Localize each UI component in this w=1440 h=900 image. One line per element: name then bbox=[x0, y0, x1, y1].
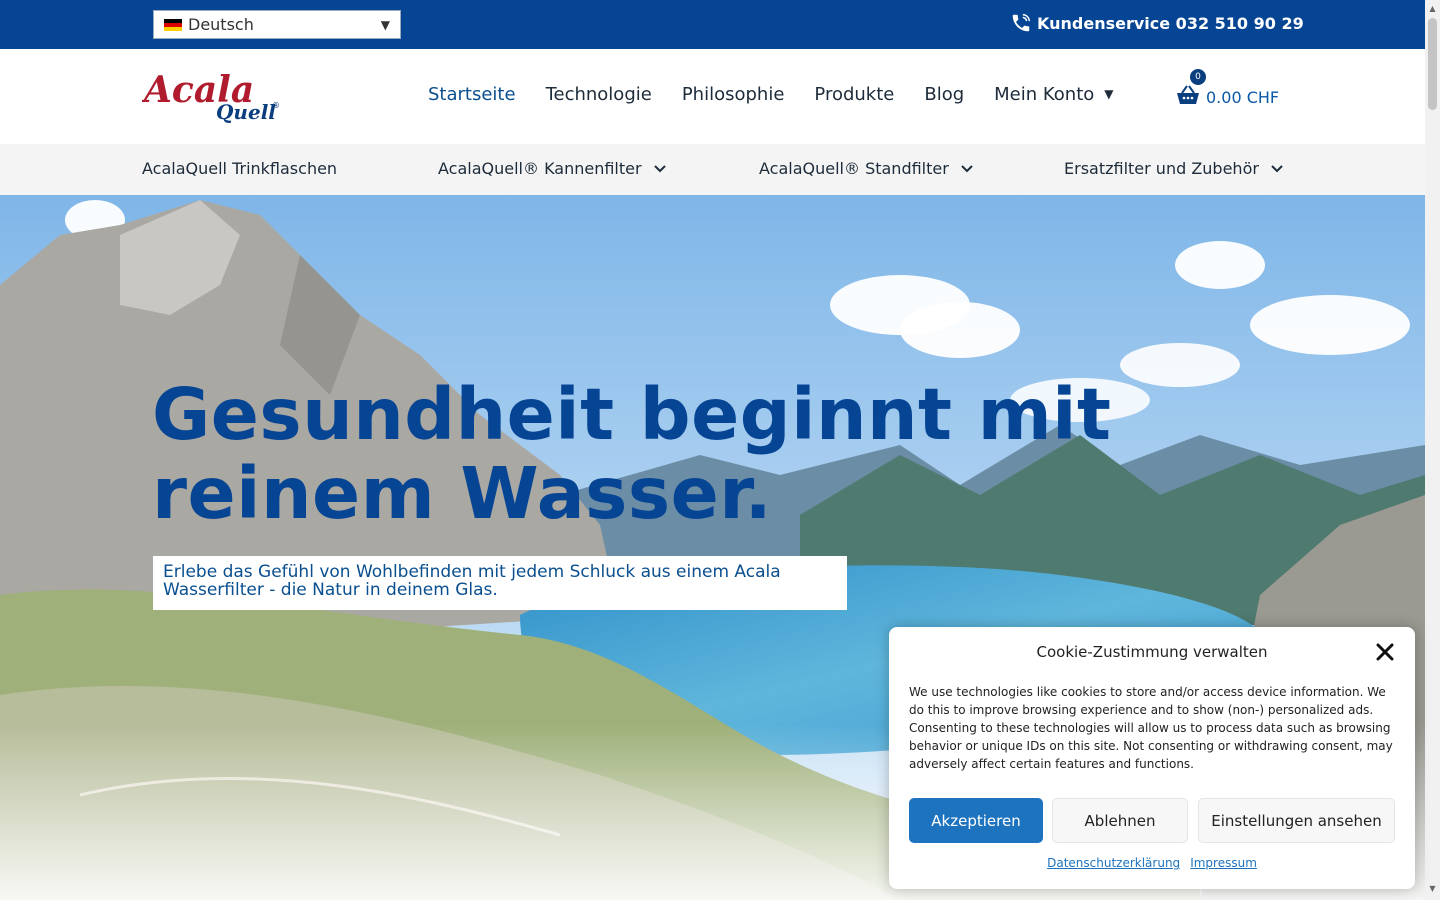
cookie-dialog-text: We use technologies like cookies to stor… bbox=[909, 685, 1393, 771]
customer-service-text: Kundenservice 032 510 90 29 bbox=[1037, 13, 1304, 33]
nav-produkte[interactable]: Produkte bbox=[814, 84, 894, 105]
logo-graphic: Acala Quell ® bbox=[141, 69, 280, 124]
hero-title-line-2: reinem Wasser. bbox=[152, 452, 773, 535]
chevron-down-icon bbox=[1271, 165, 1283, 173]
svg-text:Quell: Quell bbox=[216, 100, 276, 124]
language-select[interactable]: Deutsch ▼ bbox=[153, 10, 401, 39]
scrollbar-thumb[interactable] bbox=[1428, 18, 1437, 110]
nav-mein-konto-label: Mein Konto bbox=[994, 84, 1095, 105]
nav-philosophie[interactable]: Philosophie bbox=[682, 84, 785, 105]
cart-total: 0.00 CHF bbox=[1206, 88, 1280, 107]
view-preferences-button[interactable]: Einstellungen ansehen bbox=[1198, 798, 1395, 843]
category-label: AcalaQuell Trinkflaschen bbox=[142, 159, 338, 178]
category-label: AcalaQuell® Kannenfilter bbox=[438, 159, 642, 178]
cart-button[interactable]: 0 0.00 CHF bbox=[1176, 69, 1280, 107]
hero-title: Gesundheit beginnt mit reinem Wasser. bbox=[152, 375, 1252, 533]
category-standfilter[interactable]: AcalaQuell® Standfilter bbox=[759, 159, 974, 178]
close-icon[interactable] bbox=[1375, 642, 1395, 662]
main-nav: Startseite Technologie Philosophie Produ… bbox=[428, 84, 1144, 105]
decline-button[interactable]: Ablehnen bbox=[1052, 798, 1188, 843]
accept-button[interactable]: Akzeptieren bbox=[909, 798, 1043, 843]
chevron-down-icon bbox=[961, 165, 973, 173]
basket-icon bbox=[1177, 84, 1199, 104]
cart-count-badge: 0 bbox=[1190, 69, 1206, 85]
scroll-down-arrow-icon[interactable]: ▼ bbox=[1428, 884, 1437, 894]
svg-text:®: ® bbox=[272, 101, 280, 110]
acalaquell-logo[interactable]: Acala Quell ® bbox=[141, 68, 282, 124]
page-scrollbar[interactable]: ▲ ▼ bbox=[1425, 0, 1440, 900]
cookie-dialog-links: Datenschutzerklärung Impressum bbox=[889, 856, 1415, 870]
dropdown-arrow-icon: ▼ bbox=[380, 18, 390, 32]
nav-technologie[interactable]: Technologie bbox=[546, 84, 652, 105]
scroll-up-arrow-icon[interactable]: ▲ bbox=[1428, 4, 1437, 14]
category-kannenfilter[interactable]: AcalaQuell® Kannenfilter bbox=[438, 159, 667, 178]
hero-title-line-1: Gesundheit beginnt mit bbox=[152, 373, 1112, 456]
category-trinkflaschen[interactable]: AcalaQuell Trinkflaschen bbox=[142, 159, 337, 178]
nav-blog[interactable]: Blog bbox=[924, 84, 964, 105]
language-label: Deutsch bbox=[188, 15, 254, 34]
chevron-down-icon bbox=[653, 165, 666, 173]
category-label: AcalaQuell® Standfilter bbox=[759, 159, 949, 178]
customer-service-link[interactable]: Kundenservice 032 510 90 29 bbox=[1010, 12, 1304, 34]
caret-down-icon: ▼ bbox=[1104, 87, 1114, 101]
hero-subtitle: Erlebe das Gefühl von Wohlbefinden mit j… bbox=[153, 556, 847, 610]
nav-startseite[interactable]: Startseite bbox=[428, 84, 516, 105]
imprint-link[interactable]: Impressum bbox=[1190, 856, 1257, 870]
cookie-dialog-title: Cookie-Zustimmung verwalten bbox=[1036, 643, 1268, 661]
category-label: Ersatzfilter und Zubehör bbox=[1064, 159, 1259, 178]
category-ersatzfilter[interactable]: Ersatzfilter und Zubehör bbox=[1064, 159, 1284, 178]
top-bar: Deutsch ▼ Kundenservice 032 510 90 29 bbox=[0, 0, 1425, 49]
phone-icon bbox=[1012, 14, 1030, 32]
german-flag-icon bbox=[164, 18, 182, 31]
privacy-policy-link[interactable]: Datenschutzerklärung bbox=[1047, 856, 1180, 870]
nav-mein-konto[interactable]: Mein Konto ▼ bbox=[994, 84, 1113, 105]
cookie-consent-dialog: Cookie-Zustimmung verwalten We use techn… bbox=[889, 627, 1415, 889]
